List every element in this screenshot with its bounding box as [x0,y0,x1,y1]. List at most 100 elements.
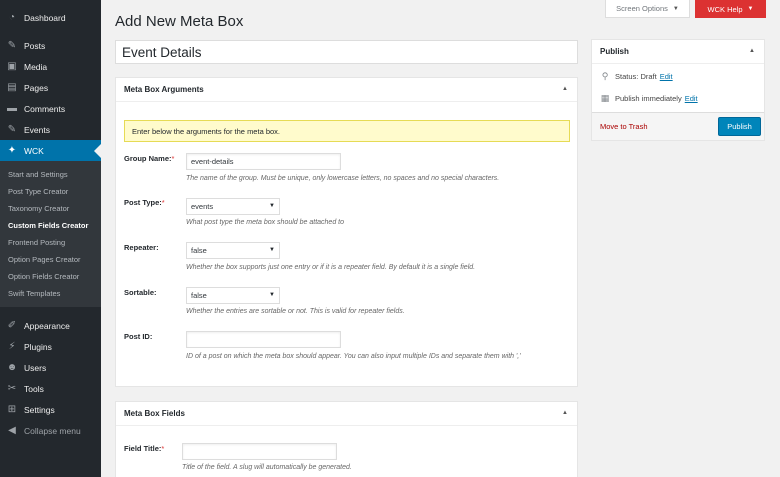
collapse-arrow-icon[interactable]: ▲ [562,410,568,416]
submenu-item-start-settings[interactable]: Start and Settings [0,166,101,183]
post-id-input[interactable] [186,331,341,348]
panel-title: Publish [600,47,629,56]
schedule-value: immediately [641,94,682,103]
required-marker: * [171,154,175,163]
sidebar-item-wck[interactable]: ✦ WCK [0,140,101,161]
sidebar-item-label: Dashboard [24,12,66,23]
admin-sidebar: ◔ Dashboard ✎ Posts ▣ Media ▤ Pages ▬ Co… [0,0,101,477]
sidebar-item-appearance[interactable]: ✐ Appearance [0,315,101,336]
sidebar-item-comments[interactable]: ▬ Comments [0,98,101,119]
submenu-item-custom-fields-creator[interactable]: Custom Fields Creator [0,217,101,234]
panel-title: Meta Box Fields [124,409,185,418]
submenu-item-option-pages-creator[interactable]: Option Pages Creator [0,251,101,268]
sortable-label: Sortable: [124,288,157,297]
repeater-select[interactable]: false ▼ [186,242,280,259]
pages-icon: ▤ [7,82,17,93]
pin-icon: ✎ [7,40,17,51]
wck-help-button[interactable]: WCK Help ▼ [695,0,766,18]
submenu-item-post-type-creator[interactable]: Post Type Creator [0,183,101,200]
schedule-edit-link[interactable]: Edit [685,94,698,103]
sidebar-item-tools[interactable]: ✂ Tools [0,378,101,399]
status-row: ⚲ Status: Draft Edit [600,71,673,82]
dropdown-arrow-icon: ▼ [269,247,275,253]
meta-box-fields-panel: Meta Box Fields ▲ Field Title:* Title of… [115,401,578,477]
sidebar-item-media[interactable]: ▣ Media [0,56,101,77]
sidebar-item-pages[interactable]: ▤ Pages [0,77,101,98]
publish-button[interactable]: Publish [718,117,761,136]
submenu-item-swift-templates[interactable]: Swift Templates [0,285,101,302]
group-name-label: Group Name:* [124,154,174,163]
sidebar-item-posts[interactable]: ✎ Posts [0,35,101,56]
field-title-description: Title of the field. A slug will automati… [182,464,352,471]
sortable-select[interactable]: false ▼ [186,287,280,304]
sidebar-item-label: Posts [24,40,46,51]
panel-title: Meta Box Arguments [124,85,204,94]
panel-header[interactable]: Meta Box Arguments ▲ [116,78,577,102]
title-input[interactable]: Event Details [115,40,578,64]
pin-icon: ⚲ [601,71,609,81]
wck-help-label: WCK Help [707,4,743,14]
post-type-select[interactable]: events ▼ [186,198,280,215]
tools-icon: ✂ [7,383,17,394]
publish-panel: Publish ▲ ⚲ Status: Draft Edit ▦ Publish… [591,39,765,141]
submenu-item-frontend-posting[interactable]: Frontend Posting [0,234,101,251]
selected-value: false [191,246,207,255]
sidebar-item-label: Plugins [24,341,52,352]
sidebar-item-plugins[interactable]: ⚡ Plugins [0,336,101,357]
dropdown-arrow-icon: ▼ [269,203,275,209]
post-type-description: What post type the meta box should be at… [186,219,344,226]
dropdown-arrow-icon: ▼ [269,292,275,298]
media-icon: ▣ [7,61,17,72]
schedule-label: Publish [615,94,640,103]
wck-submenu: Start and Settings Post Type Creator Tax… [0,161,101,307]
sidebar-item-label: Users [24,362,47,373]
sidebar-item-dashboard[interactable]: ◔ Dashboard [0,7,101,28]
sidebar-item-label: Pages [24,82,49,93]
schedule-row: ▦ Publish immediately Edit [600,93,698,104]
collapse-menu-label: Collapse menu [24,425,81,436]
dashboard-icon: ◔ [8,12,16,23]
sidebar-item-settings[interactable]: ⊞ Settings [0,399,101,420]
sidebar-item-label: WCK [24,145,44,156]
group-name-input[interactable]: event-details [186,153,341,170]
field-title-label: Field Title:* [124,444,164,453]
users-icon: ☻ [6,362,18,373]
sidebar-item-label: Comments [24,103,66,114]
status-edit-link[interactable]: Edit [660,72,673,81]
selected-value: false [191,291,207,300]
sidebar-item-users[interactable]: ☻ Users [0,357,101,378]
submenu-item-option-fields-creator[interactable]: Option Fields Creator [0,268,101,285]
field-title-input[interactable] [182,443,337,460]
collapse-icon: ◀ [8,425,16,436]
group-name-description: The name of the group. Must be unique, o… [186,175,500,182]
sidebar-item-label: Tools [24,383,44,394]
post-id-label: Post ID: [124,332,153,341]
pin-icon: ✎ [7,124,17,135]
repeater-description: Whether the box supports just one entry … [186,264,476,271]
collapse-arrow-icon[interactable]: ▲ [749,48,755,54]
appearance-icon: ✐ [7,320,17,331]
page-title: Add New Meta Box [115,13,244,30]
sortable-description: Whether the entries are sortable or not.… [186,308,405,315]
move-to-trash-link[interactable]: Move to Trash [600,122,648,131]
repeater-label: Repeater: [124,243,159,252]
collapse-arrow-icon[interactable]: ▲ [562,86,568,92]
post-id-description: ID of a post on which the meta box shoul… [186,353,521,360]
notice-message: Enter below the arguments for the meta b… [124,120,570,142]
caret-down-icon: ▼ [747,6,754,12]
selected-value: events [191,202,214,211]
panel-header[interactable]: Meta Box Fields ▲ [116,402,577,426]
wck-icon: ✦ [7,145,17,156]
sidebar-item-label: Settings [24,404,55,415]
sidebar-item-events[interactable]: ✎ Events [0,119,101,140]
sidebar-item-label: Media [24,61,48,72]
calendar-icon: ▦ [600,93,610,103]
sidebar-item-label: Events [24,124,50,135]
settings-icon: ⊞ [7,404,17,415]
panel-header[interactable]: Publish ▲ [592,40,764,64]
screen-options-button[interactable]: Screen Options ▼ [605,0,690,18]
submenu-item-taxonomy-creator[interactable]: Taxonomy Creator [0,200,101,217]
label-text: Field Title: [124,444,162,453]
collapse-menu-button[interactable]: ◀ Collapse menu [0,420,101,441]
status-label: Status: [615,72,639,81]
